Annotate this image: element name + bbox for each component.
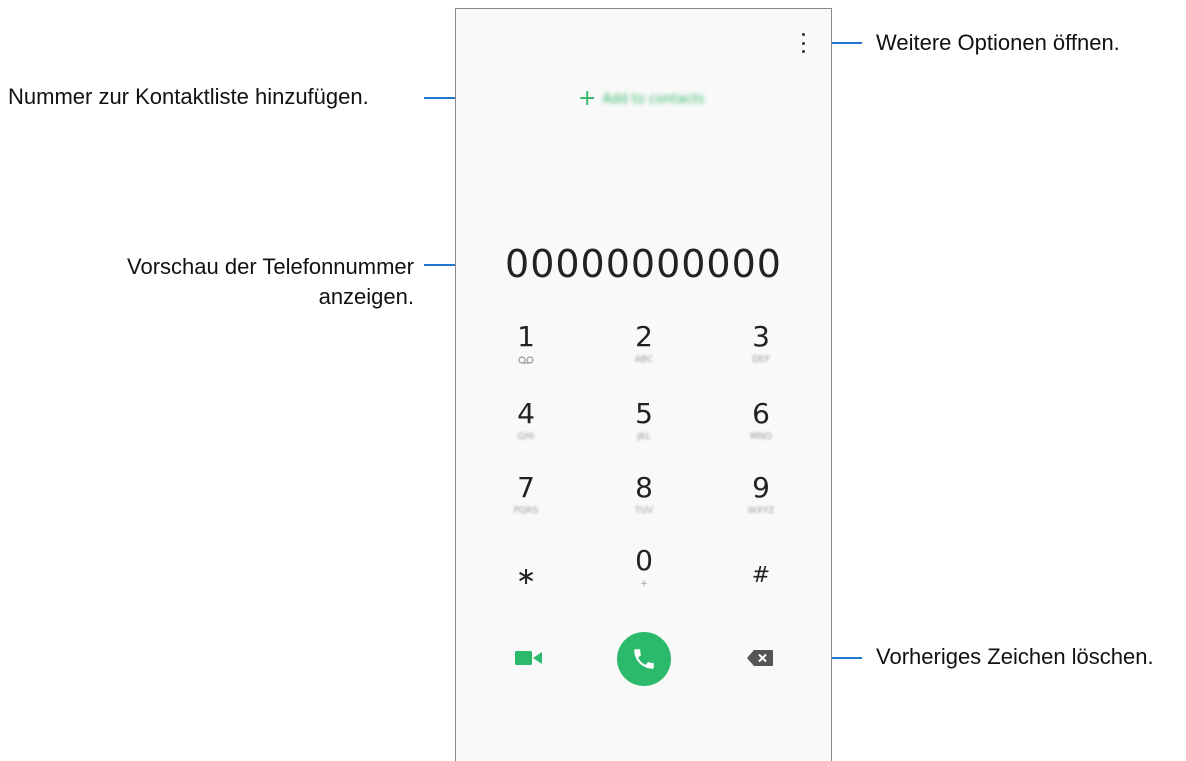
key-hash[interactable]: # <box>716 560 806 592</box>
key-digit: 3 <box>752 320 770 353</box>
key-2[interactable]: 2 ABC <box>599 321 689 367</box>
key-5[interactable]: 5 JKL <box>599 398 689 444</box>
key-digit: 7 <box>517 471 535 504</box>
plus-icon: + <box>578 86 597 111</box>
key-digit: # <box>751 563 771 588</box>
key-digit: 0 <box>635 544 653 577</box>
callout-more-options: Weitere Optionen öffnen. <box>876 30 1120 55</box>
more-options-icon[interactable] <box>796 33 810 53</box>
key-3[interactable]: 3 DEF <box>716 321 806 367</box>
phone-icon <box>634 649 654 669</box>
key-digit: 8 <box>635 471 653 504</box>
key-letters: PQRS <box>513 506 539 516</box>
key-digit: ∗ <box>515 562 537 590</box>
callout-preview-line2: anzeigen. <box>318 284 414 309</box>
key-star[interactable]: ∗ <box>481 560 571 592</box>
video-call-button[interactable] <box>514 648 544 668</box>
key-letters: JKL <box>637 432 651 442</box>
backspace-icon <box>747 650 773 666</box>
key-digit: 2 <box>635 320 653 353</box>
key-letters: WXYZ <box>747 506 775 516</box>
key-letters: GHI <box>517 432 535 442</box>
key-digit: 4 <box>517 397 535 430</box>
backspace-button[interactable] <box>746 649 774 667</box>
key-4[interactable]: 4 GHI <box>481 398 571 444</box>
callout-add-contact: Nummer zur Kontaktliste hinzufügen. <box>8 84 369 109</box>
key-6[interactable]: 6 MNO <box>716 398 806 444</box>
key-letters: TUV <box>634 506 654 516</box>
dialer-screen: + Add to contacts 00000000000 1 2 ABC 3 … <box>455 8 832 761</box>
key-letters: ABC <box>634 355 654 365</box>
key-1[interactable]: 1 <box>481 321 571 367</box>
video-camera-icon <box>515 651 542 665</box>
callout-preview-line1: Vorschau der Telefonnummer <box>127 254 414 279</box>
voicemail-icon <box>481 353 571 367</box>
key-7[interactable]: 7 PQRS <box>481 472 571 518</box>
add-to-contacts-label: Add to contacts <box>602 91 705 107</box>
key-letters: MNO <box>750 432 772 442</box>
key-letters: + <box>640 579 648 589</box>
phone-number-preview: 00000000000 <box>505 242 782 286</box>
call-button[interactable] <box>617 632 671 686</box>
key-digit: 9 <box>752 471 770 504</box>
key-8[interactable]: 8 TUV <box>599 472 689 518</box>
callout-preview-number: Vorschau der Telefonnummer anzeigen. <box>127 252 414 312</box>
key-9[interactable]: 9 WXYZ <box>716 472 806 518</box>
key-0[interactable]: 0 + <box>599 545 689 591</box>
key-digit: 5 <box>635 397 653 430</box>
callout-delete-char: Vorheriges Zeichen löschen. <box>876 644 1154 669</box>
key-digit: 1 <box>517 320 535 353</box>
add-to-contacts-button[interactable]: + Add to contacts <box>578 87 704 111</box>
key-digit: 6 <box>752 397 770 430</box>
key-letters: DEF <box>752 355 770 365</box>
